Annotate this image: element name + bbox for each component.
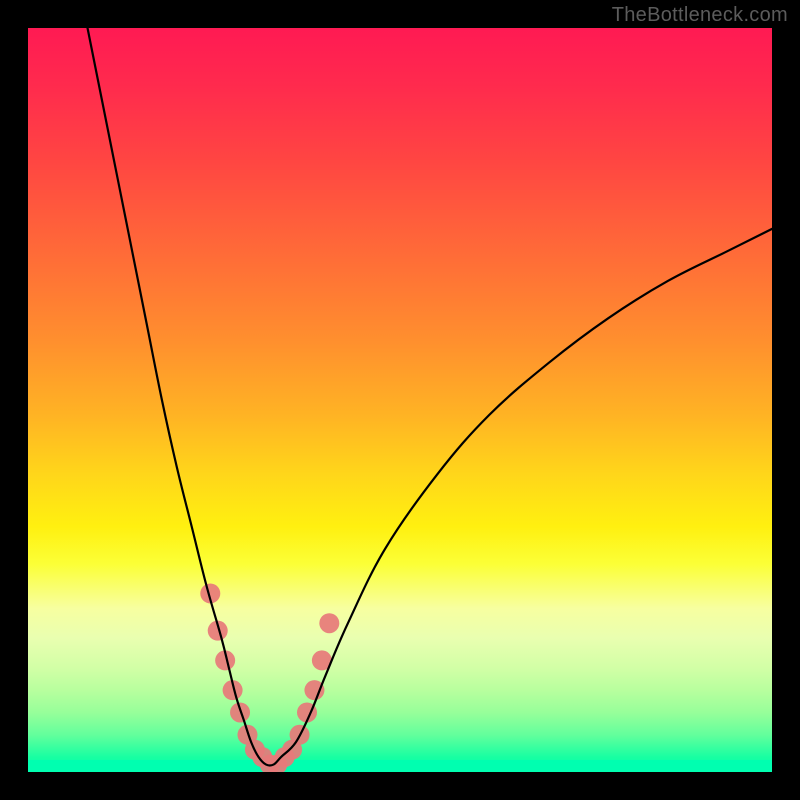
marker-layer <box>200 583 339 772</box>
bottleneck-curve <box>88 28 772 766</box>
marker-dot <box>319 613 339 633</box>
chart-frame: TheBottleneck.com <box>0 0 800 800</box>
chart-svg <box>28 28 772 772</box>
plot-area <box>28 28 772 772</box>
watermark-text: TheBottleneck.com <box>612 4 788 27</box>
